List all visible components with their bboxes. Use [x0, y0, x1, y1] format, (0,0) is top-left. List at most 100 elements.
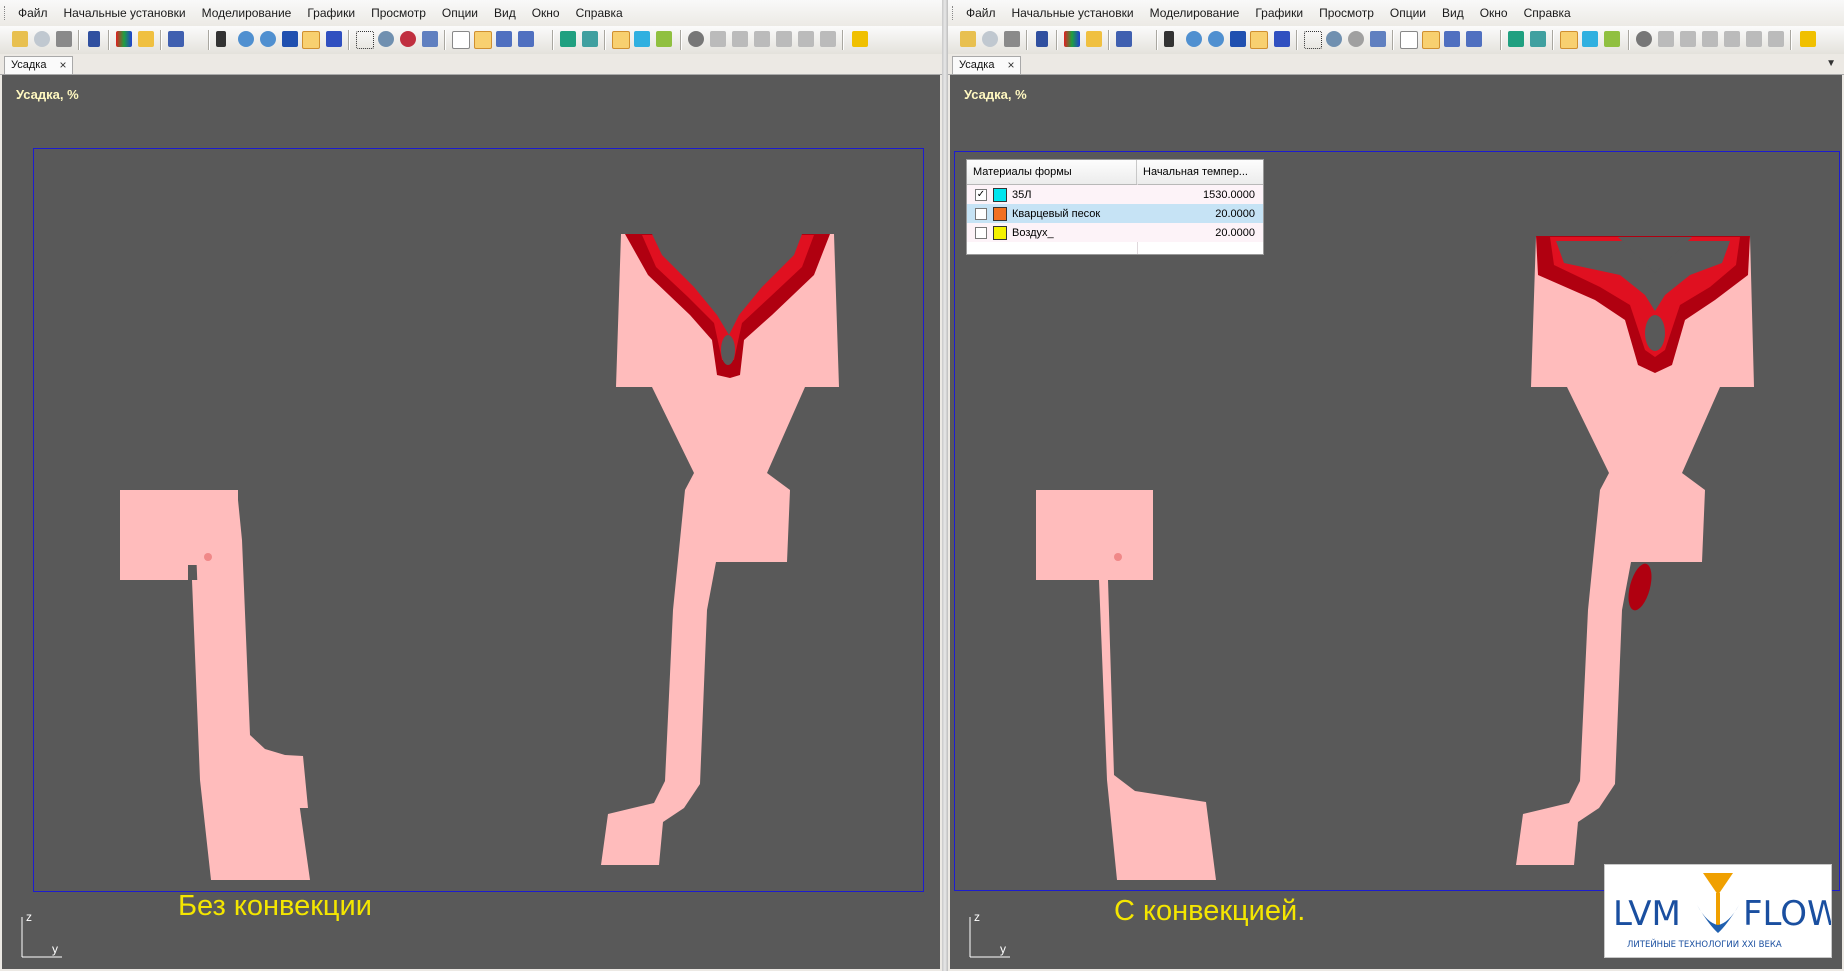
- menu-view-mode[interactable]: Просмотр: [1319, 6, 1374, 20]
- mesh-icon[interactable]: [1508, 31, 1524, 47]
- rotate-icon[interactable]: [302, 31, 320, 49]
- cube-bottom-icon[interactable]: [1768, 31, 1784, 47]
- list-icon[interactable]: [168, 31, 184, 47]
- close-icon[interactable]: ×: [59, 57, 66, 74]
- legend-checkbox[interactable]: [975, 207, 987, 220]
- cube-back-icon[interactable]: [1746, 31, 1762, 47]
- open-icon[interactable]: [960, 31, 976, 47]
- tree-icon[interactable]: [1530, 31, 1546, 47]
- menu-initial-settings[interactable]: Начальные установки: [1012, 6, 1134, 20]
- export-image-icon[interactable]: [1800, 31, 1816, 47]
- disk-icon[interactable]: [982, 31, 998, 47]
- export-image-icon[interactable]: [852, 31, 868, 47]
- menu-graphs[interactable]: Графики: [307, 6, 355, 20]
- cube-iso-icon[interactable]: [776, 31, 792, 47]
- tree-icon[interactable]: [582, 31, 598, 47]
- zoom-out-icon[interactable]: [260, 31, 276, 47]
- menu-view-mode[interactable]: Просмотр: [371, 6, 426, 20]
- color-bar-icon[interactable]: [1064, 31, 1080, 47]
- cube-front-icon[interactable]: [710, 31, 726, 47]
- menu-window[interactable]: Окно: [532, 6, 560, 20]
- materials-legend[interactable]: Материалы формы Начальная темпер... ✓ 35…: [966, 159, 1264, 255]
- menu-grip[interactable]: [952, 6, 956, 20]
- rotate-icon[interactable]: [1250, 31, 1268, 49]
- menu-file[interactable]: Файл: [966, 6, 996, 20]
- pan-icon[interactable]: [282, 31, 298, 47]
- legend-row[interactable]: Кварцевый песок 20.0000: [967, 204, 1263, 223]
- hexagon-icon[interactable]: [1636, 31, 1652, 47]
- materials-icon[interactable]: [1604, 31, 1620, 47]
- cube-back-icon[interactable]: [798, 31, 814, 47]
- zoom-icon[interactable]: [378, 31, 394, 47]
- solid-fill-icon[interactable]: [1560, 31, 1578, 49]
- list-icon[interactable]: [1116, 31, 1132, 47]
- menu-help[interactable]: Справка: [576, 6, 623, 20]
- tab-shrinkage[interactable]: Усадка ×: [4, 56, 74, 74]
- menu-help[interactable]: Справка: [1524, 6, 1571, 20]
- zoom-in-icon[interactable]: [1186, 31, 1202, 47]
- viewport-right[interactable]: Усадка, % Материалы формы Начальная темп…: [950, 75, 1842, 969]
- page-icon[interactable]: [1400, 31, 1418, 49]
- cube-top-icon[interactable]: [1680, 31, 1696, 47]
- tab-dropdown-icon[interactable]: ▼: [1826, 58, 1836, 69]
- cube-iso-icon[interactable]: [1724, 31, 1740, 47]
- menu-graphs[interactable]: Графики: [1255, 6, 1303, 20]
- window-icon[interactable]: [1370, 31, 1386, 47]
- pan-icon[interactable]: [1230, 31, 1246, 47]
- zoom-in-icon[interactable]: [238, 31, 254, 47]
- legend-checkbox[interactable]: ✓: [975, 188, 987, 201]
- menu-options[interactable]: Опции: [442, 6, 478, 20]
- print-icon[interactable]: [1004, 31, 1020, 47]
- menu-initial-settings[interactable]: Начальные установки: [64, 6, 186, 20]
- layers-icon[interactable]: [1582, 31, 1598, 47]
- close-icon[interactable]: ×: [1007, 57, 1014, 74]
- menu-options[interactable]: Опции: [1390, 6, 1426, 20]
- grid-view-icon[interactable]: [1274, 31, 1290, 47]
- cube-bottom-icon[interactable]: [820, 31, 836, 47]
- menu-modeling[interactable]: Моделирование: [202, 6, 292, 20]
- cube-side-icon[interactable]: [754, 31, 770, 47]
- solid-fill-icon[interactable]: [612, 31, 630, 49]
- menu-grip[interactable]: [4, 6, 8, 20]
- cube-front-icon[interactable]: [1658, 31, 1674, 47]
- reset-view-icon[interactable]: [400, 31, 416, 47]
- mesh-icon[interactable]: [560, 31, 576, 47]
- select-box-icon[interactable]: [1304, 31, 1322, 49]
- materials-icon[interactable]: [656, 31, 672, 47]
- menu-modeling[interactable]: Моделирование: [1150, 6, 1240, 20]
- select-box-icon[interactable]: [356, 31, 374, 49]
- legend-checkbox[interactable]: [975, 226, 987, 239]
- print-icon[interactable]: [56, 31, 72, 47]
- layers-icon[interactable]: [634, 31, 650, 47]
- single-view-icon[interactable]: [474, 31, 492, 49]
- hourglass-icon[interactable]: [88, 31, 100, 47]
- hourglass-icon[interactable]: [1036, 31, 1048, 47]
- split-horizontal-icon[interactable]: [1466, 31, 1482, 47]
- grid-view-icon[interactable]: [326, 31, 342, 47]
- legend-row[interactable]: Воздух_ 20.0000: [967, 223, 1263, 242]
- hexagon-icon[interactable]: [688, 31, 704, 47]
- menu-view[interactable]: Вид: [494, 6, 516, 20]
- split-vertical-icon[interactable]: [1444, 31, 1460, 47]
- cube-top-icon[interactable]: [732, 31, 748, 47]
- menu-file[interactable]: Файл: [18, 6, 48, 20]
- split-vertical-icon[interactable]: [496, 31, 512, 47]
- pointer-icon[interactable]: [1164, 31, 1174, 47]
- tab-shrinkage[interactable]: Усадка ×: [952, 56, 1022, 74]
- cube-side-icon[interactable]: [1702, 31, 1718, 47]
- page-icon[interactable]: [452, 31, 470, 49]
- reset-view-icon[interactable]: [1348, 31, 1364, 47]
- viewport-left[interactable]: Усадка, % Без конвекции z y: [2, 75, 940, 969]
- zoom-icon[interactable]: [1326, 31, 1342, 47]
- window-icon[interactable]: [422, 31, 438, 47]
- menu-window[interactable]: Окно: [1480, 6, 1508, 20]
- pointer-icon[interactable]: [216, 31, 226, 47]
- open-icon[interactable]: [12, 31, 28, 47]
- menu-view[interactable]: Вид: [1442, 6, 1464, 20]
- zoom-out-icon[interactable]: [1208, 31, 1224, 47]
- single-view-icon[interactable]: [1422, 31, 1440, 49]
- split-horizontal-icon[interactable]: [518, 31, 534, 47]
- legend-header-materials[interactable]: Материалы формы: [967, 160, 1137, 184]
- chart-icon[interactable]: [138, 31, 154, 47]
- disk-icon[interactable]: [34, 31, 50, 47]
